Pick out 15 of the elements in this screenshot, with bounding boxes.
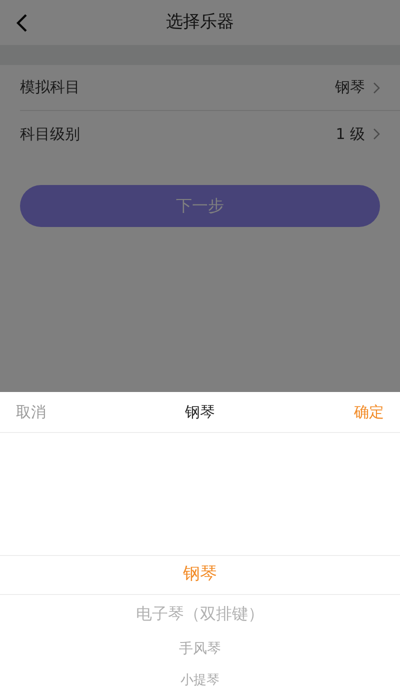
row-value[interactable]: 1 级 <box>336 122 365 146</box>
confirm-button[interactable]: 确定 <box>354 400 384 424</box>
picker-option[interactable]: 钢琴 <box>183 562 217 588</box>
page-title: 选择乐器 <box>166 10 234 34</box>
picker-option[interactable]: 手风琴 <box>179 639 221 660</box>
row-label: 科目级别 <box>20 124 80 145</box>
picker-title: 钢琴 <box>185 402 215 423</box>
picker-option[interactable]: 电子琴（双排键） <box>136 602 264 626</box>
picker-option[interactable]: 小提琴 <box>180 671 220 691</box>
chevron-icon <box>373 82 380 94</box>
back-icon[interactable] <box>16 13 28 33</box>
row-label: 模拟科目 <box>20 77 80 98</box>
chevron-icon <box>373 128 380 140</box>
row-value[interactable]: 钢琴 <box>335 76 365 99</box>
cancel-button[interactable]: 取消 <box>16 400 46 424</box>
